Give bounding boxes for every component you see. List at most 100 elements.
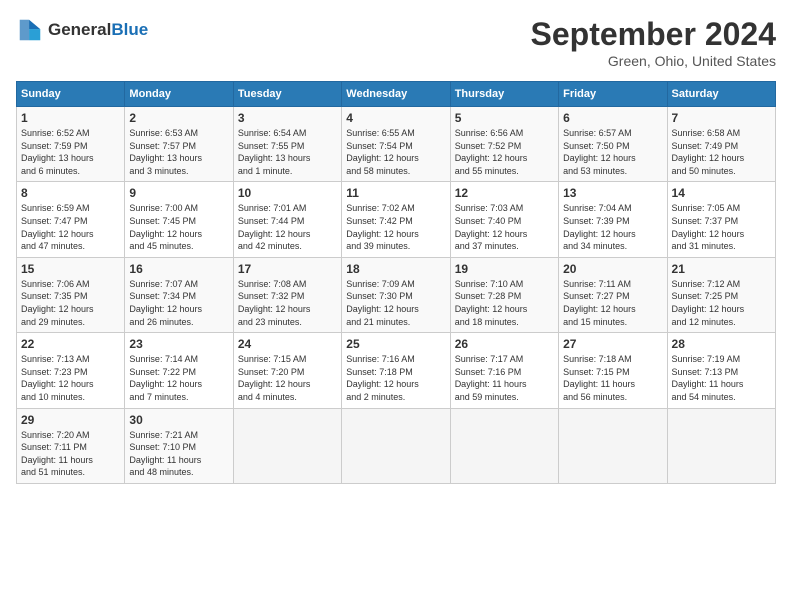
calendar-cell: 24 Sunrise: 7:15 AMSunset: 7:20 PMDayligh… — [233, 333, 341, 408]
day-info: Sunrise: 6:54 AMSunset: 7:55 PMDaylight:… — [238, 127, 337, 177]
day-info: Sunrise: 7:19 AMSunset: 7:13 PMDaylight:… — [672, 353, 771, 403]
day-number: 7 — [672, 111, 771, 125]
day-info: Sunrise: 7:02 AMSunset: 7:42 PMDaylight:… — [346, 202, 445, 252]
day-number: 18 — [346, 262, 445, 276]
day-header-saturday: Saturday — [667, 82, 775, 107]
day-info: Sunrise: 7:04 AMSunset: 7:39 PMDaylight:… — [563, 202, 662, 252]
logo-text: GeneralBlue — [48, 20, 148, 40]
day-number: 13 — [563, 186, 662, 200]
day-number: 29 — [21, 413, 120, 427]
calendar-cell — [667, 408, 775, 483]
day-header-sunday: Sunday — [17, 82, 125, 107]
day-info: Sunrise: 7:15 AMSunset: 7:20 PMDaylight:… — [238, 353, 337, 403]
day-number: 14 — [672, 186, 771, 200]
day-number: 5 — [455, 111, 554, 125]
day-info: Sunrise: 6:55 AMSunset: 7:54 PMDaylight:… — [346, 127, 445, 177]
day-info: Sunrise: 6:59 AMSunset: 7:47 PMDaylight:… — [21, 202, 120, 252]
calendar-cell: 7 Sunrise: 6:58 AMSunset: 7:49 PMDaylight… — [667, 107, 775, 182]
day-number: 4 — [346, 111, 445, 125]
calendar-cell: 21 Sunrise: 7:12 AMSunset: 7:25 PMDayligh… — [667, 257, 775, 332]
day-number: 25 — [346, 337, 445, 351]
calendar-cell: 11 Sunrise: 7:02 AMSunset: 7:42 PMDayligh… — [342, 182, 450, 257]
day-number: 28 — [672, 337, 771, 351]
day-number: 21 — [672, 262, 771, 276]
calendar-cell: 16 Sunrise: 7:07 AMSunset: 7:34 PMDayligh… — [125, 257, 233, 332]
day-info: Sunrise: 7:18 AMSunset: 7:15 PMDaylight:… — [563, 353, 662, 403]
day-number: 6 — [563, 111, 662, 125]
day-number: 9 — [129, 186, 228, 200]
calendar-week-3: 15 Sunrise: 7:06 AMSunset: 7:35 PMDayligh… — [17, 257, 776, 332]
day-info: Sunrise: 7:16 AMSunset: 7:18 PMDaylight:… — [346, 353, 445, 403]
calendar-cell: 6 Sunrise: 6:57 AMSunset: 7:50 PMDaylight… — [559, 107, 667, 182]
day-info: Sunrise: 7:17 AMSunset: 7:16 PMDaylight:… — [455, 353, 554, 403]
day-info: Sunrise: 7:12 AMSunset: 7:25 PMDaylight:… — [672, 278, 771, 328]
calendar-cell: 29 Sunrise: 7:20 AMSunset: 7:11 PMDayligh… — [17, 408, 125, 483]
day-header-friday: Friday — [559, 82, 667, 107]
day-number: 10 — [238, 186, 337, 200]
day-number: 16 — [129, 262, 228, 276]
day-info: Sunrise: 7:13 AMSunset: 7:23 PMDaylight:… — [21, 353, 120, 403]
title-block: September 2024 Green, Ohio, United State… — [531, 16, 776, 69]
day-info: Sunrise: 7:20 AMSunset: 7:11 PMDaylight:… — [21, 429, 120, 479]
calendar-cell: 22Sunrise: 7:13 AMSunset: 7:23 PMDayligh… — [17, 333, 125, 408]
calendar-cell — [559, 408, 667, 483]
day-info: Sunrise: 7:08 AMSunset: 7:32 PMDaylight:… — [238, 278, 337, 328]
calendar-cell — [450, 408, 558, 483]
day-header-monday: Monday — [125, 82, 233, 107]
day-number: 2 — [129, 111, 228, 125]
day-number: 11 — [346, 186, 445, 200]
location-text: Green, Ohio, United States — [531, 53, 776, 69]
calendar-cell — [342, 408, 450, 483]
day-number: 1 — [21, 111, 120, 125]
day-number: 27 — [563, 337, 662, 351]
day-number: 30 — [129, 413, 228, 427]
day-info: Sunrise: 7:14 AMSunset: 7:22 PMDaylight:… — [129, 353, 228, 403]
day-info: Sunrise: 7:07 AMSunset: 7:34 PMDaylight:… — [129, 278, 228, 328]
calendar-cell: 26 Sunrise: 7:17 AMSunset: 7:16 PMDayligh… — [450, 333, 558, 408]
day-info: Sunrise: 6:52 AMSunset: 7:59 PMDaylight:… — [21, 127, 120, 177]
calendar-cell: 27 Sunrise: 7:18 AMSunset: 7:15 PMDayligh… — [559, 333, 667, 408]
day-info: Sunrise: 6:57 AMSunset: 7:50 PMDaylight:… — [563, 127, 662, 177]
calendar-cell: 20Sunrise: 7:11 AMSunset: 7:27 PMDayligh… — [559, 257, 667, 332]
day-number: 17 — [238, 262, 337, 276]
day-info: Sunrise: 7:05 AMSunset: 7:37 PMDaylight:… — [672, 202, 771, 252]
day-number: 19 — [455, 262, 554, 276]
month-title: September 2024 — [531, 16, 776, 53]
calendar-cell: 13 Sunrise: 7:04 AMSunset: 7:39 PMDayligh… — [559, 182, 667, 257]
calendar-table: SundayMondayTuesdayWednesdayThursdayFrid… — [16, 81, 776, 484]
day-info: Sunrise: 7:11 AMSunset: 7:27 PMDaylight:… — [563, 278, 662, 328]
day-number: 15 — [21, 262, 120, 276]
day-info: Sunrise: 6:58 AMSunset: 7:49 PMDaylight:… — [672, 127, 771, 177]
day-info: Sunrise: 7:10 AMSunset: 7:28 PMDaylight:… — [455, 278, 554, 328]
day-header-wednesday: Wednesday — [342, 82, 450, 107]
calendar-cell: 2Sunrise: 6:53 AMSunset: 7:57 PMDaylight… — [125, 107, 233, 182]
calendar-cell: 3 Sunrise: 6:54 AMSunset: 7:55 PMDaylight… — [233, 107, 341, 182]
day-number: 24 — [238, 337, 337, 351]
day-info: Sunrise: 7:21 AMSunset: 7:10 PMDaylight:… — [129, 429, 228, 479]
calendar-week-5: 29 Sunrise: 7:20 AMSunset: 7:11 PMDayligh… — [17, 408, 776, 483]
logo-blue-text: Blue — [111, 20, 148, 40]
day-header-tuesday: Tuesday — [233, 82, 341, 107]
calendar-cell: 18 Sunrise: 7:09 AMSunset: 7:30 PMDayligh… — [342, 257, 450, 332]
day-info: Sunrise: 7:06 AMSunset: 7:35 PMDaylight:… — [21, 278, 120, 328]
day-number: 23 — [129, 337, 228, 351]
calendar-cell: 15 Sunrise: 7:06 AMSunset: 7:35 PMDayligh… — [17, 257, 125, 332]
calendar-header-row: SundayMondayTuesdayWednesdayThursdayFrid… — [17, 82, 776, 107]
calendar-cell: 19 Sunrise: 7:10 AMSunset: 7:28 PMDayligh… — [450, 257, 558, 332]
calendar-week-4: 22Sunrise: 7:13 AMSunset: 7:23 PMDayligh… — [17, 333, 776, 408]
logo-icon — [16, 16, 44, 44]
calendar-cell: 5Sunrise: 6:56 AMSunset: 7:52 PMDaylight… — [450, 107, 558, 182]
calendar-week-1: 1 Sunrise: 6:52 AMSunset: 7:59 PMDaylight… — [17, 107, 776, 182]
day-number: 12 — [455, 186, 554, 200]
page-header: GeneralBlue September 2024 Green, Ohio, … — [16, 16, 776, 69]
day-header-thursday: Thursday — [450, 82, 558, 107]
day-number: 26 — [455, 337, 554, 351]
day-info: Sunrise: 7:09 AMSunset: 7:30 PMDaylight:… — [346, 278, 445, 328]
day-number: 3 — [238, 111, 337, 125]
logo: GeneralBlue — [16, 16, 148, 44]
day-number: 8 — [21, 186, 120, 200]
calendar-cell — [233, 408, 341, 483]
calendar-cell: 1 Sunrise: 6:52 AMSunset: 7:59 PMDaylight… — [17, 107, 125, 182]
calendar-cell: 28 Sunrise: 7:19 AMSunset: 7:13 PMDayligh… — [667, 333, 775, 408]
calendar-cell: 17 Sunrise: 7:08 AMSunset: 7:32 PMDayligh… — [233, 257, 341, 332]
